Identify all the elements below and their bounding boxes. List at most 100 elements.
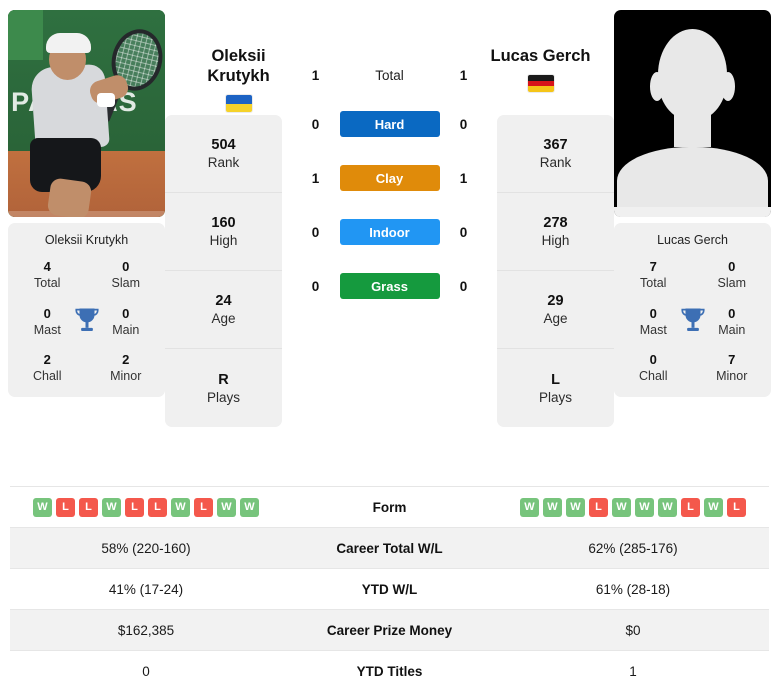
surface-badge-indoor[interactable]: Indoor [339,219,440,245]
left-rank-value: 504 [211,137,236,153]
h2h-grass-right: 0 [459,278,468,294]
left-form-badges: W L L W L L W L W W [10,497,282,517]
right-high-label: High [541,233,570,248]
left-high-value: 160 [211,215,236,231]
right-age-value: 29 [547,293,564,309]
form-badge-loss: L [727,497,746,517]
right-plays-label: Plays [538,389,572,405]
h2h-clay-left: 1 [311,170,320,186]
left-titles-grid: 4 Total 0 Slam 0 Mast 0 Main 2 Chall 2 M… [8,259,165,385]
form-badge-loss: L [148,497,167,517]
h2h-total-row: 1 Total 1 [282,68,497,83]
titles-stat-chall: 2 Chall [8,352,87,385]
left-player-name-line1: Oleksii [211,47,266,65]
form-badge-win: W [704,497,723,517]
comparison-table: W L L W L L W L W W Form W W W L W W W L [10,486,769,691]
table-row-ytd-wl: 41% (17-24) YTD W/L 61% (28-18) [10,568,769,609]
titles-stat-total: 4 Total [8,259,87,292]
left-player-name-line2: Krutykh [207,67,270,86]
left-stat-plays: R Plays [165,349,282,427]
titles-stat-slam: 0 Slam [87,259,166,292]
left-ytd-wl: 41% (17-24) [108,581,184,597]
h2h-hard-right: 0 [459,116,468,132]
h2h-indoor-row: 0 Indoor 0 [282,219,497,245]
titles-total-value: 4 [43,259,51,274]
form-badge-loss: L [79,497,98,517]
h2h-clay-row: 1 Clay 1 [282,165,497,191]
titles-slam-label: Slam [717,276,746,291]
titles-stat-slam: 0 Slam [693,259,772,292]
form-badge-win: W [102,497,121,517]
titles-minor-value: 7 [728,352,736,367]
right-stat-high: 278 High [497,193,614,271]
right-form-badges: W W W L W W W L W L [497,497,769,517]
table-row-career-prize-money: $162,385 Career Prize Money $0 [10,609,769,650]
form-badge-win: W [566,497,585,517]
left-career-total-wl: 58% (220-160) [101,540,191,556]
right-player-name-header[interactable]: Lucas Gerch [482,24,599,93]
left-age-value: 24 [215,293,232,309]
left-high-label: High [209,233,238,248]
titles-minor-label: Minor [110,369,142,384]
trophy-icon [680,308,705,331]
table-row-ytd-titles: 0 YTD Titles 1 [10,650,769,691]
table-label-ytd-titles: YTD Titles [356,663,423,679]
titles-slam-value: 0 [728,259,736,274]
form-badge-win: W [171,497,190,517]
titles-chall-label: Chall [33,369,62,384]
left-player-stats-column: 504 Rank 160 High 24 Age R Plays [165,115,282,427]
surface-badge-grass[interactable]: Grass [339,273,440,299]
left-player-name-header[interactable]: Oleksii Krutykh [180,24,297,113]
titles-stat-minor: 7 Minor [693,352,772,385]
h2h-total-right: 1 [459,68,468,83]
left-plays-value: R [218,371,229,388]
form-badge-win: W [33,497,52,517]
player-comparison-page: PARIBAS Oleksii Krutykh 4 [0,0,779,699]
left-player-photo[interactable]: PARIBAS [8,10,165,217]
left-player-titles-card: Oleksii Krutykh 4 Total 0 Slam 0 Mast 0 … [8,223,165,397]
form-badge-loss: L [681,497,700,517]
silhouette-head [657,28,728,120]
right-stat-rank: 367 Rank [497,115,614,193]
right-career-prize-money: $0 [625,622,641,638]
h2h-hard-left: 0 [311,116,320,132]
table-label-career-prize-money: Career Prize Money [326,622,453,638]
left-player-titles-name: Oleksii Krutykh [44,233,129,247]
titles-stat-minor: 2 Minor [87,352,166,385]
comparison-header: PARIBAS Oleksii Krutykh 4 [0,0,779,478]
titles-stat-total: 7 Total [614,259,693,292]
left-stat-age: 24 Age [165,271,282,349]
right-player-stats-column: 367 Rank 278 High 29 Age L Plays [497,115,614,427]
left-rank-label: Rank [207,155,240,170]
h2h-total-left: 1 [311,68,320,83]
h2h-hard-row: 0 Hard 0 [282,111,497,137]
form-badge-loss: L [125,497,144,517]
left-career-prize-money: $162,385 [117,622,175,638]
right-high-value: 278 [543,215,568,231]
h2h-total-label: Total [375,68,404,83]
right-player-photo-column: Lucas Gerch 7 Total 0 Slam 0 Mast 0 Main… [614,10,771,397]
titles-chall-value: 2 [43,352,51,367]
ukraine-flag-icon [225,95,252,113]
surface-badge-clay[interactable]: Clay [339,165,440,191]
table-row-form: W L L W L L W L W W Form W W W L W W W L [10,486,769,527]
table-label-form: Form [372,499,407,515]
titles-chall-value: 0 [649,352,657,367]
surface-badge-hard[interactable]: Hard [339,111,440,137]
form-badge-win: W [520,497,539,517]
right-plays-value: L [551,371,560,388]
titles-slam-label: Slam [111,276,140,291]
form-badge-win: W [240,497,259,517]
silhouette-ear-right [720,72,735,102]
right-player-photo[interactable] [614,10,771,217]
silhouette-base-strip [614,206,771,217]
right-ytd-titles: 1 [629,663,637,679]
player-leg [46,177,93,217]
h2h-grass-left: 0 [311,278,320,294]
court-backwall-panel [8,10,43,60]
right-player-titles-card: Lucas Gerch 7 Total 0 Slam 0 Mast 0 Main… [614,223,771,397]
player-wristband [97,92,115,108]
left-player-photo-column: PARIBAS Oleksii Krutykh 4 [8,10,165,397]
trophy-icon [74,308,99,331]
form-badge-loss: L [56,497,75,517]
